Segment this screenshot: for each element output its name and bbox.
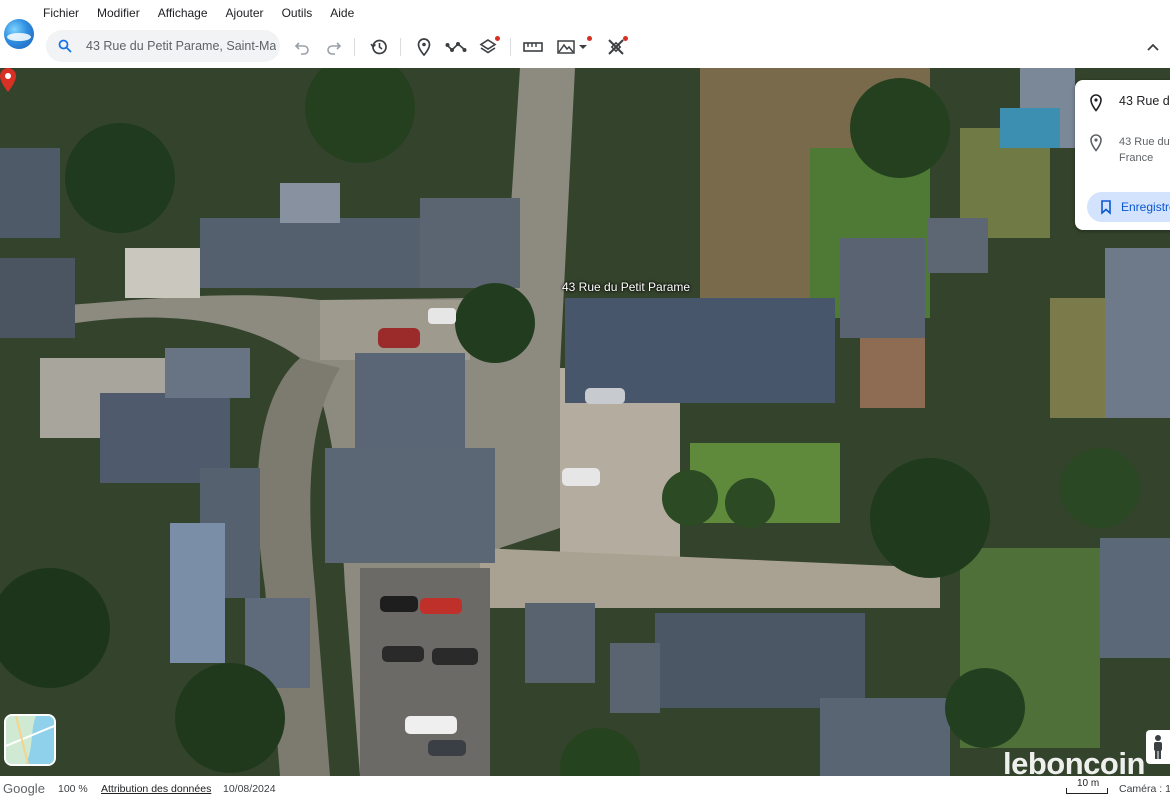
notification-dot (495, 36, 500, 41)
save-button-label: Enregistre (1121, 200, 1170, 214)
aerial-imagery (0, 68, 1170, 776)
chevron-down-icon (578, 45, 587, 49)
undo-button[interactable] (290, 35, 314, 59)
place-title: 43 Rue d (1119, 94, 1170, 108)
placemark-icon (417, 38, 431, 56)
menu-outils[interactable]: Outils (282, 6, 313, 20)
menu-affichage[interactable]: Affichage (158, 6, 208, 20)
map-type-thumbnail[interactable] (4, 714, 56, 766)
map-place-label[interactable]: 43 Rue du Petit Parame (562, 280, 690, 294)
ruler-icon (523, 42, 543, 52)
redo-button[interactable] (322, 35, 346, 59)
scale-bar (1066, 788, 1108, 794)
toolbar-divider (354, 38, 355, 56)
place-address: 43 Rue du France (1119, 134, 1170, 166)
search-icon (58, 39, 72, 53)
satellite-map[interactable]: 43 Rue du Petit Parame (0, 68, 1170, 776)
layers-icon (479, 39, 497, 54)
place-address-line1: 43 Rue du (1119, 136, 1170, 148)
toolbar-divider (400, 38, 401, 56)
terrain-icon (556, 40, 575, 54)
menu-ajouter[interactable]: Ajouter (226, 6, 264, 20)
pegman-icon (1154, 735, 1162, 759)
history-button[interactable] (367, 35, 391, 59)
street-view-pegman[interactable] (1146, 730, 1170, 764)
camera-altitude: Caméra : 16 (1119, 783, 1170, 795)
menu-modifier[interactable]: Modifier (97, 6, 140, 20)
zoom-level: 100 % (58, 783, 88, 795)
collapse-button[interactable] (1141, 35, 1165, 59)
path-icon (445, 42, 467, 52)
save-button[interactable]: Enregistre (1087, 192, 1170, 222)
notification-dot (623, 36, 628, 41)
search-box[interactable] (46, 30, 280, 62)
status-bar: Google 100 % Attribution des données 10/… (0, 776, 1170, 800)
menu-fichier[interactable]: Fichier (43, 6, 79, 20)
place-address-row: 43 Rue du France (1089, 134, 1170, 166)
google-logo: Google (3, 781, 45, 796)
layers-button[interactable] (476, 35, 500, 59)
terrain-button[interactable] (554, 35, 592, 59)
placemark-icon (1090, 94, 1102, 112)
map-thumbnail-icon (6, 716, 54, 764)
data-attribution-link[interactable]: Attribution des données (101, 783, 211, 795)
notification-dot (587, 36, 592, 41)
placemark-button[interactable] (412, 35, 436, 59)
toolbar (0, 26, 1170, 69)
menu-items: Fichier Modifier Affichage Ajouter Outil… (43, 6, 372, 20)
ruler-button[interactable] (521, 35, 545, 59)
location-pin-icon[interactable] (0, 68, 16, 92)
history-icon (370, 39, 387, 55)
tools-icon (608, 39, 624, 55)
undo-icon (294, 42, 309, 55)
toolbar-divider (510, 38, 511, 56)
place-info-panel: 43 Rue d 43 Rue du France Enregistre (1075, 80, 1170, 230)
place-title-row: 43 Rue d (1089, 94, 1170, 112)
placemark-icon (1090, 134, 1102, 152)
menu-aide[interactable]: Aide (330, 6, 354, 20)
imagery-date: 10/08/2024 (223, 783, 276, 795)
search-input[interactable] (84, 38, 278, 54)
place-address-line2: France (1119, 152, 1154, 164)
bookmark-icon (1101, 200, 1111, 215)
tools-button[interactable] (604, 35, 628, 59)
chevron-up-icon (1147, 43, 1159, 51)
app-logo[interactable] (4, 19, 34, 49)
menu-bar: Fichier Modifier Affichage Ajouter Outil… (0, 0, 1170, 26)
path-button[interactable] (444, 35, 468, 59)
redo-icon (327, 42, 342, 55)
